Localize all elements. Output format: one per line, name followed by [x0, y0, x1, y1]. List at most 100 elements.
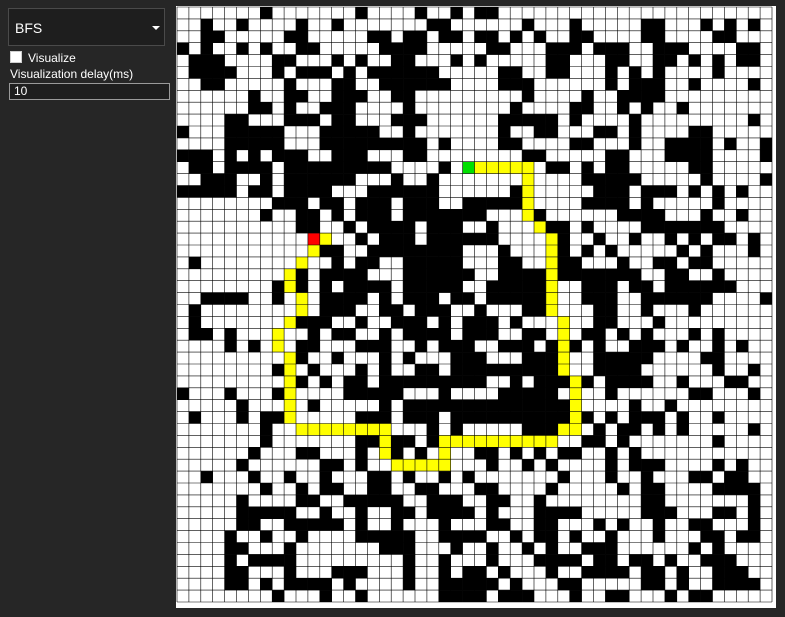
- wall-cell[interactable]: [688, 185, 701, 198]
- path-cell[interactable]: [379, 423, 392, 436]
- grid-canvas[interactable]: [176, 6, 776, 608]
- wall-cell[interactable]: [296, 221, 308, 234]
- path-cell[interactable]: [450, 435, 463, 448]
- wall-cell[interactable]: [391, 42, 404, 55]
- wall-cell[interactable]: [236, 137, 249, 150]
- wall-cell[interactable]: [688, 126, 701, 138]
- wall-cell[interactable]: [224, 292, 237, 305]
- wall-cell[interactable]: [260, 483, 273, 495]
- path-cell[interactable]: [510, 435, 523, 448]
- wall-cell[interactable]: [629, 554, 642, 567]
- wall-cell[interactable]: [498, 114, 511, 126]
- wall-cell[interactable]: [486, 197, 499, 210]
- wall-cell[interactable]: [367, 126, 380, 138]
- wall-cell[interactable]: [581, 90, 594, 103]
- wall-cell[interactable]: [641, 78, 653, 91]
- wall-cell[interactable]: [569, 42, 582, 55]
- wall-cell[interactable]: [629, 114, 642, 126]
- wall-cell[interactable]: [224, 328, 237, 341]
- wall-cell[interactable]: [617, 518, 630, 531]
- wall-cell[interactable]: [355, 435, 368, 448]
- wall-cell[interactable]: [319, 304, 332, 317]
- wall-cell[interactable]: [379, 328, 392, 341]
- wall-cell[interactable]: [296, 90, 308, 103]
- wall-cell[interactable]: [498, 256, 511, 269]
- wall-cell[interactable]: [426, 328, 439, 341]
- wall-cell[interactable]: [438, 494, 451, 507]
- wall-cell[interactable]: [296, 185, 308, 198]
- wall-cell[interactable]: [403, 114, 415, 126]
- wall-cell[interactable]: [391, 375, 404, 388]
- wall-cell[interactable]: [474, 530, 487, 543]
- wall-cell[interactable]: [486, 542, 499, 555]
- wall-cell[interactable]: [498, 340, 511, 353]
- wall-cell[interactable]: [724, 554, 737, 567]
- wall-cell[interactable]: [403, 54, 415, 67]
- wall-cell[interactable]: [450, 340, 463, 353]
- wall-cell[interactable]: [724, 137, 737, 150]
- wall-cell[interactable]: [438, 316, 451, 329]
- wall-cell[interactable]: [581, 245, 594, 257]
- wall-cell[interactable]: [236, 161, 249, 174]
- wall-cell[interactable]: [629, 78, 642, 91]
- path-cell[interactable]: [522, 209, 534, 222]
- wall-cell[interactable]: [367, 137, 380, 150]
- wall-cell[interactable]: [653, 340, 665, 353]
- wall-cell[interactable]: [629, 66, 642, 79]
- wall-cell[interactable]: [522, 423, 534, 436]
- wall-cell[interactable]: [605, 566, 618, 579]
- wall-cell[interactable]: [676, 375, 689, 388]
- wall-cell[interactable]: [343, 304, 356, 317]
- wall-cell[interactable]: [307, 328, 320, 341]
- wall-cell[interactable]: [450, 292, 463, 305]
- wall-cell[interactable]: [296, 173, 308, 186]
- wall-cell[interactable]: [296, 197, 308, 210]
- wall-cell[interactable]: [724, 18, 737, 31]
- wall-cell[interactable]: [343, 78, 356, 91]
- wall-cell[interactable]: [557, 66, 570, 79]
- wall-cell[interactable]: [593, 554, 606, 567]
- wall-cell[interactable]: [748, 423, 761, 436]
- wall-cell[interactable]: [605, 185, 618, 198]
- wall-cell[interactable]: [379, 340, 392, 353]
- wall-cell[interactable]: [426, 280, 439, 293]
- wall-cell[interactable]: [700, 137, 713, 150]
- wall-cell[interactable]: [331, 292, 344, 305]
- wall-cell[interactable]: [260, 161, 273, 174]
- wall-cell[interactable]: [653, 494, 665, 507]
- wall-cell[interactable]: [415, 268, 427, 281]
- wall-cell[interactable]: [379, 483, 392, 495]
- wall-cell[interactable]: [379, 399, 392, 412]
- wall-cell[interactable]: [593, 328, 606, 341]
- wall-cell[interactable]: [534, 375, 546, 388]
- wall-cell[interactable]: [403, 399, 415, 412]
- wall-cell[interactable]: [712, 542, 725, 555]
- wall-cell[interactable]: [331, 483, 344, 495]
- wall-cell[interactable]: [664, 280, 677, 293]
- wall-cell[interactable]: [629, 459, 642, 472]
- wall-cell[interactable]: [403, 90, 415, 103]
- wall-cell[interactable]: [569, 590, 582, 602]
- path-cell[interactable]: [296, 292, 308, 305]
- wall-cell[interactable]: [355, 506, 368, 519]
- wall-cell[interactable]: [748, 483, 761, 495]
- wall-cell[interactable]: [248, 554, 261, 567]
- path-cell[interactable]: [534, 221, 546, 234]
- wall-cell[interactable]: [486, 364, 499, 376]
- wall-cell[interactable]: [653, 483, 665, 495]
- path-cell[interactable]: [284, 411, 296, 424]
- wall-cell[interactable]: [498, 494, 511, 507]
- wall-cell[interactable]: [379, 471, 392, 483]
- wall-cell[interactable]: [605, 459, 618, 472]
- wall-cell[interactable]: [653, 578, 665, 591]
- wall-cell[interactable]: [367, 197, 380, 210]
- path-cell[interactable]: [486, 435, 499, 448]
- wall-cell[interactable]: [474, 209, 487, 222]
- wall-cell[interactable]: [641, 471, 653, 483]
- wall-cell[interactable]: [319, 471, 332, 483]
- wall-cell[interactable]: [403, 126, 415, 138]
- wall-cell[interactable]: [188, 149, 201, 162]
- wall-cell[interactable]: [736, 54, 749, 67]
- wall-cell[interactable]: [415, 447, 427, 460]
- path-cell[interactable]: [522, 173, 534, 186]
